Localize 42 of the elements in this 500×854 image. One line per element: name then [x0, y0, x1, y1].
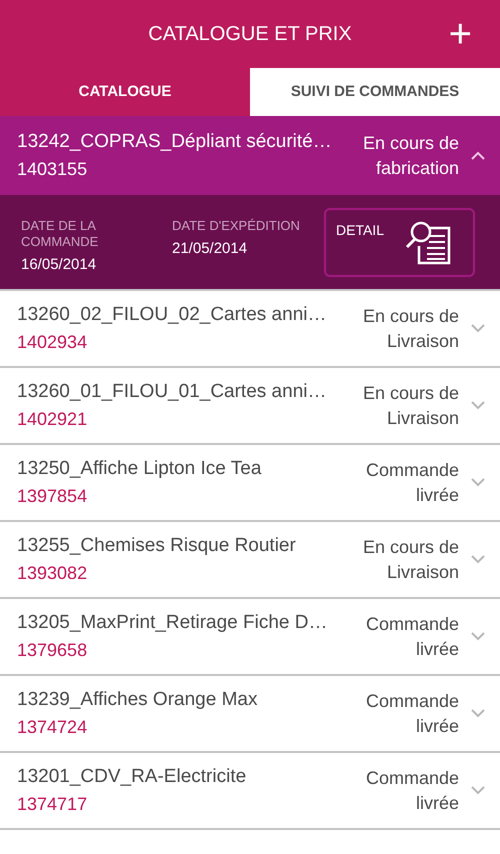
chevron-down-icon[interactable] [471, 632, 485, 641]
order-name: 13250_Affiche Lipton Ice Tea [17, 456, 262, 481]
order-name: 13205_MaxPrint_Retirage Fiche D… [17, 610, 328, 635]
order-number: 1402921 [17, 408, 88, 432]
order-number: 1379658 [17, 639, 88, 662]
tab[interactable]: SUIVI DE COMMANDES [250, 68, 500, 116]
header-title: CATALOGUE ET PRIX [148, 22, 352, 47]
chevron-up-icon[interactable] [471, 151, 485, 160]
order-name: 13260_01_FILOU_01_Cartes anni… [17, 380, 328, 404]
ship-date-label: DATE D'EXPÉDITION [172, 218, 301, 234]
chevron-down-icon[interactable] [471, 555, 485, 564]
chevron-down-icon[interactable] [471, 324, 485, 333]
order-status: Commande livrée [364, 458, 459, 506]
order-number: 1397854 [17, 485, 88, 508]
chevron-down-icon[interactable] [471, 786, 485, 795]
order-status: En cours de Livraison [362, 382, 459, 430]
order-number: 1374724 [17, 716, 88, 740]
add-button[interactable]: + [448, 14, 472, 54]
chevron-down-icon[interactable] [471, 478, 485, 487]
order-name: 13201_CDV_RA-Electricite [17, 764, 248, 789]
order-number: 1402934 [17, 331, 88, 354]
order-status: En cours de Livraison [362, 536, 459, 584]
order-date: 16/05/2014 [21, 255, 98, 275]
order-name: 13255_Chemises Risque Routier [17, 534, 297, 558]
order-number: 1374717 [17, 793, 88, 816]
order-date-label: DATE DE LA COMMANDE [21, 218, 100, 250]
order-name: 13242_COPRAS_Dépliant sécurité… [17, 130, 333, 154]
order-status: Commande livrée [364, 690, 459, 738]
order-number: 1403155 [17, 158, 88, 182]
order-row[interactable]: 13242_COPRAS_Dépliant sécurité… 1403155 En cours de fabrication [0, 116, 500, 195]
chevron-down-icon[interactable] [471, 709, 485, 718]
order-status: En cours de fabrication [362, 132, 459, 180]
detail-button[interactable]: DETAIL [324, 208, 475, 277]
order-number: 1393082 [17, 562, 88, 586]
chevron-down-icon[interactable] [471, 401, 485, 410]
order-status: Commande livrée [364, 766, 459, 814]
ship-date: 21/05/2014 [172, 239, 248, 259]
order-status: En cours de Livraison [362, 304, 459, 352]
order-name: 13260_02_FILOU_02_Cartes anni… [17, 302, 328, 327]
order-status: Commande livrée [364, 612, 459, 660]
order-name: 13239_Affiches Orange Max [17, 688, 258, 712]
magnifier-document-icon [405, 220, 453, 266]
